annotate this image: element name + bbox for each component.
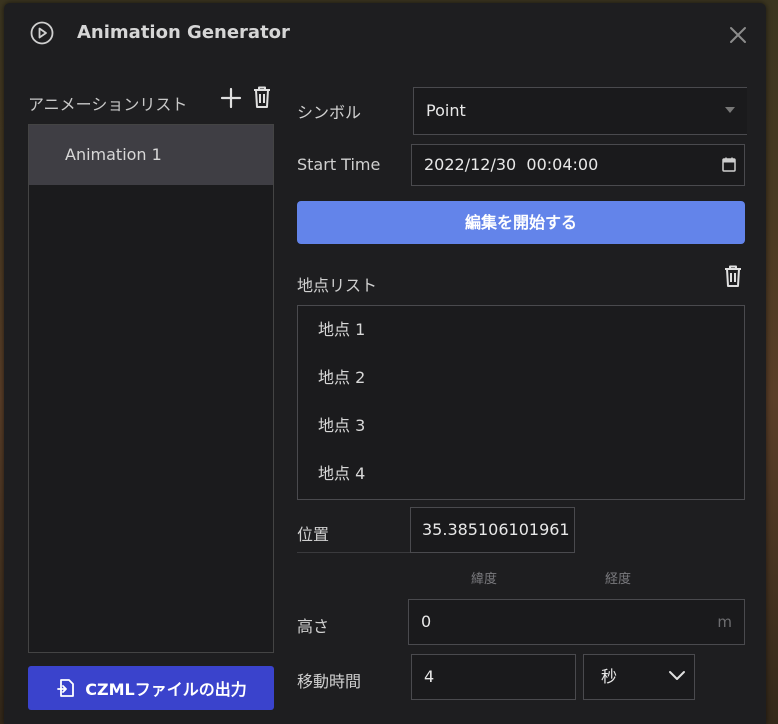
start-edit-button[interactable]: 編集を開始する [297, 201, 745, 244]
duration-unit-value: 秒 [601, 667, 618, 686]
start-time-value: 2022/12/30 00:04:00 [424, 155, 599, 174]
duration-value: 4 [424, 667, 435, 686]
height-unit: m [717, 613, 732, 631]
point-list-item[interactable]: 地点 3 [298, 402, 744, 450]
duration-input[interactable]: 4 [411, 654, 576, 700]
latitude-value: 35.385106101961 [422, 520, 570, 539]
delete-points-icon[interactable] [723, 264, 743, 288]
point-list-item[interactable]: 地点 1 [298, 306, 744, 354]
height-input[interactable]: 0 m [408, 599, 745, 645]
longitude-label: 経度 [605, 572, 632, 587]
caret-down-icon [725, 107, 735, 113]
panel-header: Animation Generator [4, 3, 766, 63]
delete-animation-icon[interactable] [251, 85, 273, 109]
position-label: 位置 [297, 525, 330, 544]
play-circle-icon [30, 21, 54, 45]
symbol-label: シンボル [297, 103, 362, 122]
height-value: 0 [421, 612, 432, 631]
export-czml-button[interactable]: CZMLファイルの出力 [28, 666, 274, 710]
export-file-icon [57, 679, 75, 697]
start-time-input[interactable]: 2022/12/30 00:04:00 [411, 144, 745, 186]
animation-list: Animation 1 [28, 124, 274, 653]
duration-unit-select[interactable]: 秒 [583, 654, 695, 700]
animation-list-label: アニメーションリスト [28, 95, 188, 114]
animation-generator-panel: Animation Generator アニメーションリスト Animation… [4, 3, 766, 724]
latitude-input[interactable]: 35.385106101961 [410, 507, 575, 553]
panel-title: Animation Generator [77, 22, 290, 43]
close-icon[interactable] [728, 25, 748, 45]
height-label: 高さ [297, 617, 330, 636]
latitude-label: 緯度 [471, 572, 498, 587]
point-list-item[interactable]: 地点 2 [298, 354, 744, 402]
points-list: 地点 1 地点 2 地点 3 地点 4 [297, 305, 745, 500]
points-list-label: 地点リスト [297, 276, 378, 295]
add-animation-icon[interactable] [220, 87, 242, 109]
calendar-icon[interactable] [722, 157, 736, 172]
animation-list-item[interactable]: Animation 1 [29, 125, 273, 185]
point-list-item[interactable]: 地点 4 [298, 450, 744, 498]
symbol-select[interactable]: Point [413, 87, 747, 135]
export-button-label: CZMLファイルの出力 [85, 680, 247, 699]
chevron-down-icon [669, 671, 685, 680]
duration-label: 移動時間 [297, 672, 362, 691]
start-time-label: Start Time [297, 155, 381, 174]
symbol-value: Point [426, 101, 466, 120]
